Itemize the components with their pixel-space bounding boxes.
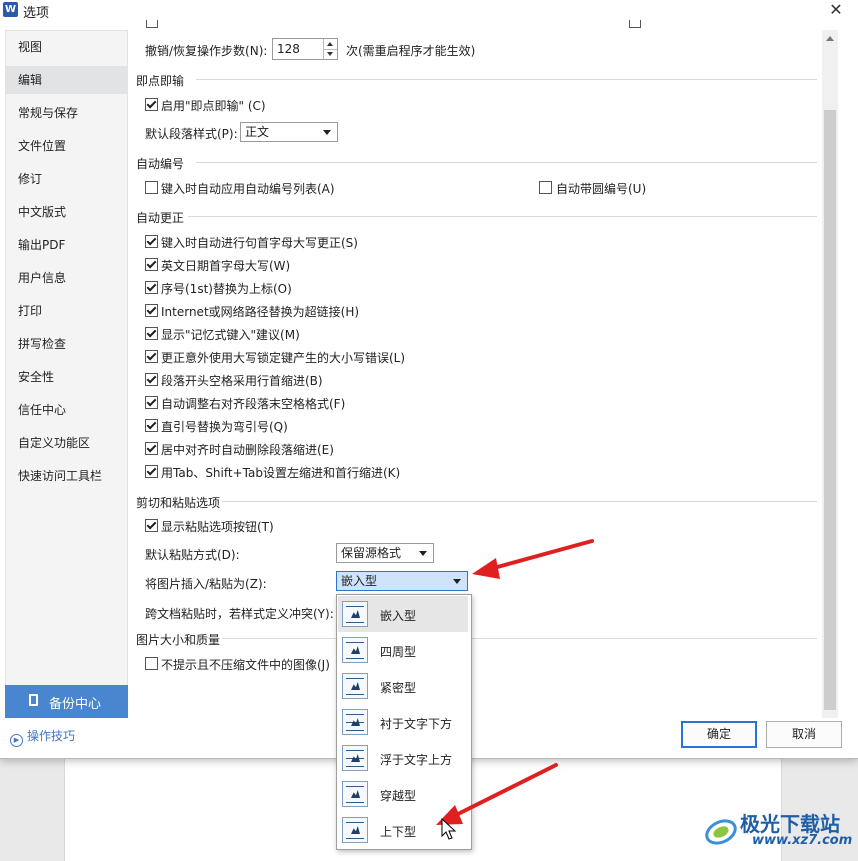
aurora-logo-icon: [705, 819, 737, 845]
watermark: 极光下载站 www.xz7.com: [700, 806, 858, 861]
annotation-arrows: [436, 539, 594, 825]
red-arrow-icon: [436, 763, 558, 825]
watermark-url: www.xz7.com: [752, 833, 853, 848]
mouse-cursor-icon: [441, 818, 457, 840]
red-arrow-icon: [472, 539, 594, 579]
